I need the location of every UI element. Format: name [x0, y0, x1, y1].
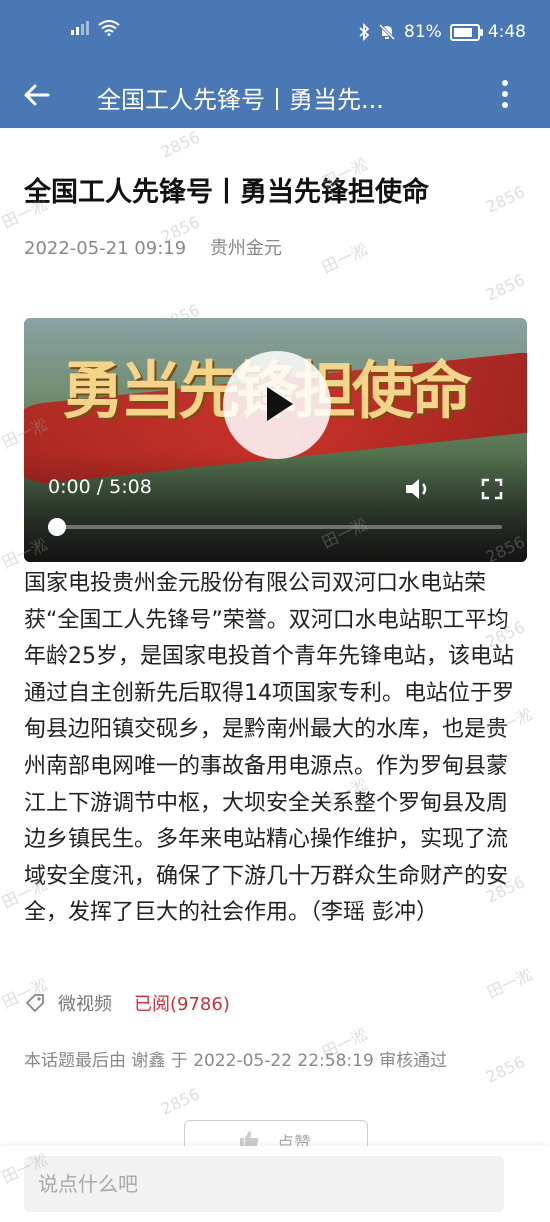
video-time: 0:00 / 5:08: [48, 476, 152, 498]
watermark-name: 田一淞: [318, 239, 371, 278]
article-title: 全国工人先锋号丨勇当先锋担使命: [24, 177, 429, 208]
status-bar: 81% 4:48: [0, 0, 550, 64]
video-shade: [24, 452, 527, 562]
app-bar-title: 全国工人先锋号丨勇当先...: [97, 86, 384, 114]
article-body: 国家电投贵州金元股份有限公司双河口水电站荣获“全国工人先锋号”荣誉。双河口水电站…: [24, 571, 514, 926]
battery-percent: 81%: [404, 22, 442, 42]
comment-input[interactable]: [24, 1156, 504, 1212]
fullscreen-icon[interactable]: [481, 478, 503, 500]
more-options-icon[interactable]: [500, 76, 510, 116]
mute-bell-icon: [378, 23, 396, 41]
volume-icon[interactable]: [404, 476, 432, 502]
battery-level: [453, 27, 472, 37]
read-count: 已阅(9786): [134, 994, 230, 1015]
video-player[interactable]: 勇当先锋担使命 0:00 / 5:08: [24, 318, 527, 562]
battery-icon: [449, 23, 483, 41]
audit-info: 本话题最后由 谢鑫 于 2022-05-22 22:58:19 审核通过: [24, 1051, 448, 1071]
video-progress-track[interactable]: [56, 525, 502, 529]
app-bar: 全国工人先锋号丨勇当先...: [0, 64, 550, 128]
article-tags: 微视频 已阅(9786): [24, 990, 230, 1016]
watermark-code: 2856: [157, 127, 203, 162]
watermark-code: 2856: [482, 270, 528, 305]
article-source[interactable]: 贵州金元: [210, 238, 282, 259]
clock: 4:48: [487, 22, 526, 42]
tag-label[interactable]: 微视频: [58, 990, 112, 1016]
back-arrow-icon[interactable]: [20, 78, 54, 112]
signal-icon: [71, 21, 89, 35]
video-progress-knob[interactable]: [48, 518, 66, 536]
status-left: [70, 20, 120, 36]
watermark-name: 田一淞: [483, 964, 536, 1003]
watermark-code: 2856: [157, 1084, 203, 1119]
tag-icon: [26, 994, 44, 1012]
comment-bar: [0, 1146, 550, 1222]
wifi-icon: [98, 20, 120, 36]
watermark-code: 2856: [482, 1052, 528, 1087]
status-right: 81% 4:48: [358, 22, 526, 42]
bluetooth-icon: [359, 23, 370, 41]
play-icon[interactable]: [223, 351, 331, 459]
article-date: 2022-05-21 09:19: [24, 238, 187, 259]
article-meta: 2022-05-21 09:19 贵州金元: [24, 234, 300, 260]
watermark-code: 2856: [482, 182, 528, 217]
